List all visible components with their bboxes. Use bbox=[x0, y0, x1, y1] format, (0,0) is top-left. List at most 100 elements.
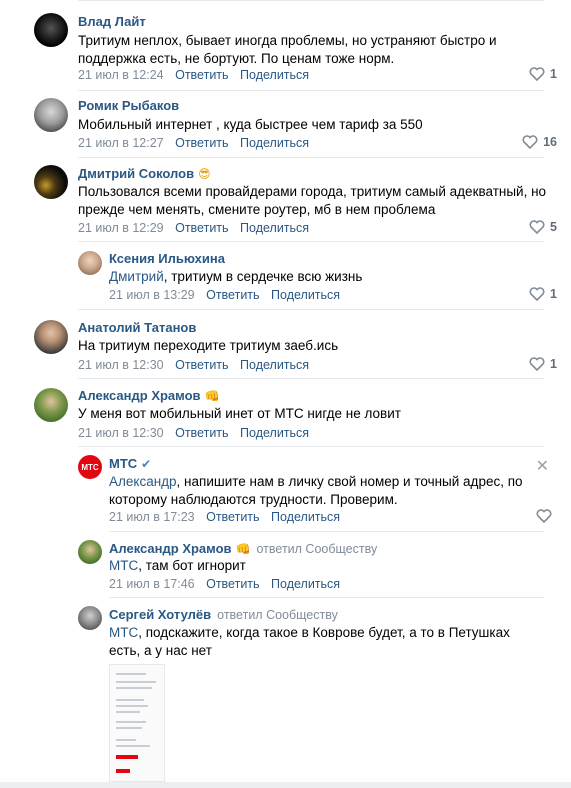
comment-meta: 21 июл в 12:29 Ответить Поделиться bbox=[78, 221, 317, 235]
share-link[interactable]: Поделиться bbox=[240, 136, 309, 150]
comment-meta: 21 июл в 17:46 Ответить Поделиться bbox=[109, 577, 348, 591]
mention-link[interactable]: Дмитрий bbox=[109, 269, 164, 284]
scroll-bottom-bar bbox=[0, 782, 571, 788]
like-count: 16 bbox=[543, 135, 557, 149]
mts-logo-text: МТС bbox=[81, 462, 99, 472]
comment-date[interactable]: 21 июл в 12:30 bbox=[78, 426, 164, 440]
like-button[interactable]: 1 bbox=[529, 357, 557, 371]
avatar[interactable] bbox=[34, 388, 68, 422]
divider bbox=[109, 597, 544, 598]
avatar[interactable] bbox=[34, 98, 68, 132]
heart-icon bbox=[529, 357, 545, 371]
reply-link[interactable]: Ответить bbox=[175, 68, 228, 82]
image-line bbox=[116, 699, 144, 701]
divider bbox=[78, 241, 544, 242]
reply-link[interactable]: Ответить bbox=[206, 288, 259, 302]
reply-link[interactable]: Ответить bbox=[206, 577, 259, 591]
mention-link[interactable]: МТС bbox=[109, 558, 138, 573]
image-line bbox=[116, 687, 152, 689]
comment-date[interactable]: 21 июл в 17:23 bbox=[109, 510, 195, 524]
comment-date[interactable]: 21 июл в 12:29 bbox=[78, 221, 164, 235]
comment-text: У меня вот мобильный инет от МТС нигде н… bbox=[78, 406, 401, 421]
divider bbox=[78, 157, 544, 158]
image-line bbox=[116, 673, 146, 675]
comment-meta: 21 июл в 12:30 Ответить Поделиться bbox=[78, 426, 317, 440]
mts-logo-avatar[interactable]: МТС bbox=[78, 455, 102, 479]
reply-link[interactable]: Ответить bbox=[175, 221, 228, 235]
comment-author[interactable]: Сергей Хотулёв ответил Сообществу bbox=[109, 607, 338, 622]
attachment-image[interactable] bbox=[109, 664, 165, 782]
comment-author[interactable]: Ксения Ильюхина bbox=[109, 251, 225, 266]
comment-text: Александр, напишите нам в личку свой ном… bbox=[109, 473, 529, 509]
like-button[interactable]: 5 bbox=[529, 220, 557, 234]
divider bbox=[78, 309, 544, 310]
comment-date[interactable]: 21 июл в 12:24 bbox=[78, 68, 164, 82]
share-link[interactable]: Поделиться bbox=[240, 426, 309, 440]
mention-link[interactable]: МТС bbox=[109, 625, 138, 640]
avatar[interactable] bbox=[78, 606, 102, 630]
comment-body: , там бот игнорит bbox=[138, 558, 246, 573]
replied-to-label: ответил Сообществу bbox=[217, 608, 338, 622]
comment-meta: 21 июл в 12:27 Ответить Поделиться bbox=[78, 136, 317, 150]
share-link[interactable]: Поделиться bbox=[271, 510, 340, 524]
comment-text: Дмитрий, тритиум в сердечке всю жизнь bbox=[109, 268, 539, 286]
avatar[interactable] bbox=[78, 251, 102, 275]
replied-to-label: ответил Сообществу bbox=[256, 542, 378, 556]
share-link[interactable]: Поделиться bbox=[271, 577, 340, 591]
comment-text: МТС, подскажите, когда такое в Коврове б… bbox=[109, 624, 529, 660]
comment-author[interactable]: МТС ✔ bbox=[109, 456, 151, 471]
image-red-button bbox=[116, 755, 138, 759]
author-name[interactable]: Дмитрий Соколов bbox=[78, 166, 194, 181]
author-name[interactable]: МТС bbox=[109, 456, 137, 471]
like-count: 1 bbox=[550, 357, 557, 371]
comment-body: , тритиум в сердечке всю жизнь bbox=[163, 269, 363, 284]
image-line bbox=[116, 721, 146, 723]
comment-text: МТС, там бот игнорит bbox=[109, 557, 529, 575]
image-line bbox=[116, 739, 136, 741]
sunglasses-emoji-icon: 😎 bbox=[198, 167, 211, 181]
avatar[interactable] bbox=[34, 320, 68, 354]
comment-date[interactable]: 21 июл в 13:29 bbox=[109, 288, 195, 302]
like-button[interactable] bbox=[536, 509, 557, 523]
comment-date[interactable]: 21 июл в 17:46 bbox=[109, 577, 195, 591]
reply-link[interactable]: Ответить bbox=[175, 136, 228, 150]
share-link[interactable]: Поделиться bbox=[240, 358, 309, 372]
reply-link[interactable]: Ответить bbox=[175, 358, 228, 372]
like-button[interactable]: 1 bbox=[529, 287, 557, 301]
comment-date[interactable]: 21 июл в 12:30 bbox=[78, 358, 164, 372]
comment-author[interactable]: Ромик Рыбаков bbox=[78, 98, 179, 113]
comment-text: Пользовался всеми провайдерами города, т… bbox=[78, 184, 547, 217]
like-count: 1 bbox=[550, 287, 557, 301]
verified-check-icon: ✔ bbox=[141, 457, 152, 471]
share-link[interactable]: Поделиться bbox=[240, 68, 309, 82]
mention-link[interactable]: Александр bbox=[109, 474, 177, 489]
reply-link[interactable]: Ответить bbox=[175, 426, 228, 440]
avatar[interactable] bbox=[34, 165, 68, 199]
comment-meta: 21 июл в 17:23 Ответить Поделиться bbox=[109, 510, 348, 524]
comment-text: Тритиум неплох, бывает иногда проблемы, … bbox=[78, 33, 497, 66]
author-name[interactable]: Сергей Хотулёв bbox=[109, 607, 211, 622]
author-name[interactable]: Александр Храмов bbox=[78, 388, 201, 403]
close-icon[interactable]: ✕ bbox=[536, 456, 549, 476]
divider bbox=[78, 378, 544, 379]
divider bbox=[78, 446, 544, 447]
comment-text: На тритиум переходите тритиум заеб.ись bbox=[78, 338, 339, 353]
divider bbox=[109, 531, 544, 532]
comment-date[interactable]: 21 июл в 12:27 bbox=[78, 136, 164, 150]
share-link[interactable]: Поделиться bbox=[271, 288, 340, 302]
avatar[interactable] bbox=[78, 540, 102, 564]
comment-author[interactable]: Влад Лайт bbox=[78, 14, 146, 29]
like-count: 1 bbox=[550, 67, 557, 81]
comment-author[interactable]: Александр Храмов 👊 bbox=[78, 388, 220, 403]
reply-link[interactable]: Ответить bbox=[206, 510, 259, 524]
share-link[interactable]: Поделиться bbox=[240, 221, 309, 235]
comment-author[interactable]: Дмитрий Соколов 😎 bbox=[78, 166, 211, 181]
comment-text: Мобильный интернет , куда быстрее чем та… bbox=[78, 117, 423, 132]
comment-author[interactable]: Александр Храмов 👊 ответил Сообществу bbox=[109, 541, 377, 556]
heart-icon bbox=[529, 287, 545, 301]
like-button[interactable]: 1 bbox=[529, 67, 557, 81]
like-button[interactable]: 16 bbox=[522, 135, 557, 149]
author-name[interactable]: Александр Храмов bbox=[109, 541, 232, 556]
avatar[interactable] bbox=[34, 13, 68, 47]
comment-author[interactable]: Анатолий Татанов bbox=[78, 320, 196, 335]
